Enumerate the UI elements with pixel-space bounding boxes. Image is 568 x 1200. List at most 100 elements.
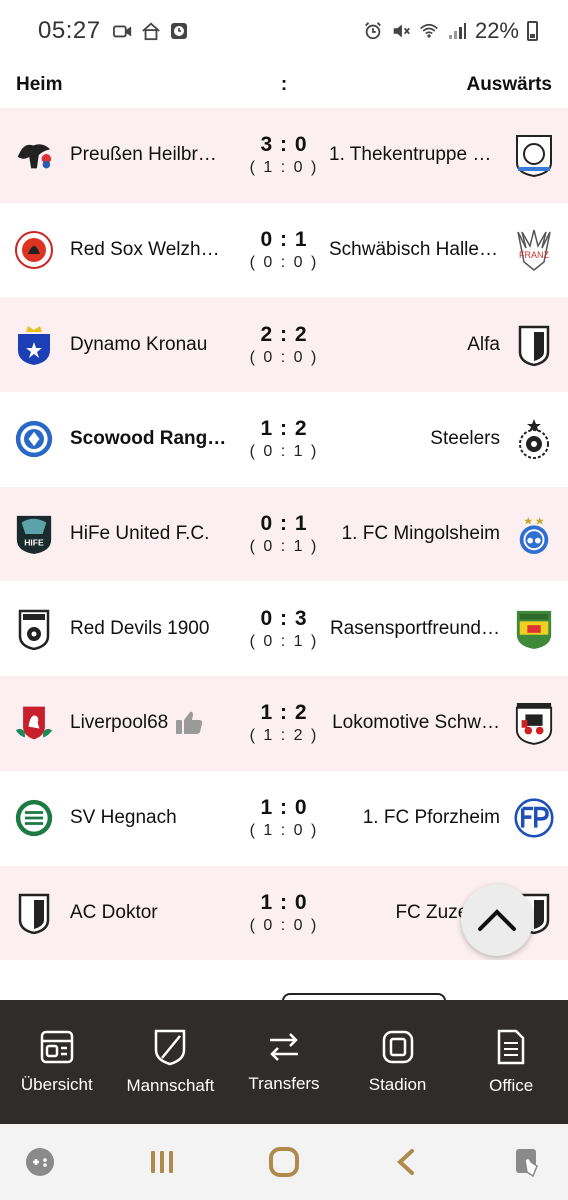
scroll-top-button[interactable] [461,884,533,956]
green-round-crest-icon [14,798,54,838]
clock-app-icon [169,21,189,41]
score: 0 : 1 ( 0 : 0 ) [239,228,329,272]
half-time-score: ( 0 : 0 ) [249,348,319,366]
match-row[interactable]: Dynamo Kronau 2 : 2 ( 0 : 0 ) Alfa [0,297,568,393]
nav-label: Office [489,1076,534,1095]
transfer-arrows-icon [269,1033,298,1061]
half-time-score: ( 0 : 1 ) [249,443,319,461]
full-time-score: 0 : 1 [260,512,308,536]
match-row[interactable]: Scowood Rang… 1 : 2 ( 0 : 1 ) Steelers [0,392,568,487]
half-time-score: ( 0 : 1 ) [249,538,319,556]
locomotive-crest-icon [514,703,554,746]
away-team-name: Alfa [467,333,500,355]
round-red-crest-icon [14,230,54,270]
full-time-score: 0 : 1 [260,228,308,252]
nav-office[interactable]: Office [454,1000,568,1124]
overview-icon [40,1030,74,1064]
ball-shield-icon [14,609,54,650]
nav-stadium[interactable]: Stadion [341,1000,455,1124]
office-document-icon [497,1029,525,1065]
stadium-icon [382,1030,413,1064]
fcp-crest-icon [514,798,554,838]
status-bar: 05:27 22% [0,0,568,62]
back-icon[interactable] [386,1142,426,1182]
score: 0 : 1 ( 0 : 1 ) [239,512,329,556]
score: 1 : 0 ( 0 : 0 ) [239,891,329,935]
mute-icon [391,21,411,41]
team-shield-icon [155,1029,186,1066]
header-away: Auswärts [466,74,552,95]
match-row[interactable]: Preußen Heilbr… 3 : 0 ( 1 : 0 ) 1. Theke… [0,108,568,203]
game-launcher-icon[interactable] [20,1142,60,1182]
away-team-name: Steelers [430,428,500,450]
battery-icon [527,21,538,41]
full-time-score: 0 : 3 [260,606,308,630]
nav-transfers[interactable]: Transfers [227,1000,341,1124]
half-time-score: ( 0 : 1 ) [249,632,319,650]
nav-label: Übersicht [20,1075,93,1094]
liverbird-crest-icon [14,703,54,743]
home-team-name: HiFe United F.C. [70,523,210,545]
away-team-name: Schwäbisch Haller… [329,239,500,261]
chevron-up-icon [478,909,516,931]
home-team-name: AC Doktor [70,901,158,923]
half-time-score: ( 1 : 2 ) [249,727,319,745]
svg-text:FRANZ: FRANZ [519,250,549,260]
full-time-score: 1 : 2 [260,701,308,725]
full-time-score: 3 : 0 [260,133,308,157]
nav-label: Stadion [368,1075,427,1094]
home-team-name: SV Hegnach [70,807,177,829]
blue-round-crest-icon [14,419,54,459]
green-yellow-crest-icon [514,609,554,649]
signal-icon [447,21,467,41]
match-row[interactable]: SV Hegnach 1 : 0 ( 1 : 0 ) 1. FC Pforzhe… [0,770,568,866]
home-team-name: Red Sox Welzh… [70,239,220,261]
eagle-crest-icon [14,135,54,175]
away-team-name: Lokomotive Schw… [332,712,500,734]
status-time: 05:27 [38,17,101,44]
half-time-score: ( 1 : 0 ) [249,822,319,840]
full-time-score: 1 : 2 [260,417,308,441]
match-row[interactable]: Red Devils 1900 0 : 3 ( 0 : 1 ) Rasenspo… [0,581,568,677]
score: 1 : 2 ( 0 : 1 ) [239,417,329,461]
away-team-name: 1. FC Mingolsheim [341,523,500,545]
match-row[interactable]: Liverpool68 1 : 2 ( 1 : 2 ) Lokomotive S… [0,676,568,771]
home-button-icon[interactable] [264,1142,304,1182]
full-time-score: 1 : 0 [260,890,308,914]
half-time-score: ( 1 : 0 ) [249,159,319,177]
home-team-name: Scowood Rang… [70,428,227,450]
nav-team[interactable]: Mannschaft [114,1000,228,1124]
recent-apps-icon[interactable] [142,1142,182,1182]
header-home: Heim [16,74,63,95]
full-time-score: 1 : 0 [260,796,308,820]
score: 1 : 0 ( 1 : 0 ) [239,796,329,840]
list-header: Heim : Auswärts [0,62,568,108]
bottom-navigation: Übersicht Mannschaft Transfers Stadion O… [0,1000,568,1124]
media-icon [112,21,133,41]
system-navigation-bar [0,1124,568,1200]
away-team-name: 1. Thekentruppe E… [329,144,500,166]
nav-overview[interactable]: Übersicht [0,1000,114,1124]
score: 3 : 0 ( 1 : 0 ) [239,133,329,177]
match-row[interactable]: Red Sox Welzh… 0 : 1 ( 0 : 0 ) Schwäbisc… [0,202,568,298]
battery-percent: 22% [474,18,519,43]
football-star-crest-icon [514,419,554,460]
blue-badge-crest-icon [514,514,554,555]
home-team-name: Dynamo Kronau [70,333,208,355]
alarm-icon [363,21,383,41]
black-white-shield-icon [514,325,554,366]
winged-crest-icon: FRANZ [514,229,554,271]
home-icon [141,21,161,41]
black-white-shield-icon [14,893,54,934]
away-team-name: 1. FC Pforzheim [362,807,500,829]
home-team-name: Liverpool68 [70,712,169,734]
home-team-name: Red Devils 1900 [70,617,210,639]
half-time-score: ( 0 : 0 ) [249,254,319,272]
screen-assist-icon[interactable] [508,1142,548,1182]
match-list: Preußen Heilbr… 3 : 0 ( 1 : 0 ) 1. Theke… [0,108,568,961]
thumbs-up-icon [174,710,204,736]
full-time-score: 2 : 2 [260,322,308,346]
match-row[interactable]: HIFE HiFe United F.C. 0 : 1 ( 0 : 1 ) 1.… [0,486,568,582]
half-time-score: ( 0 : 0 ) [249,916,319,934]
shield-crest-icon [514,135,554,178]
